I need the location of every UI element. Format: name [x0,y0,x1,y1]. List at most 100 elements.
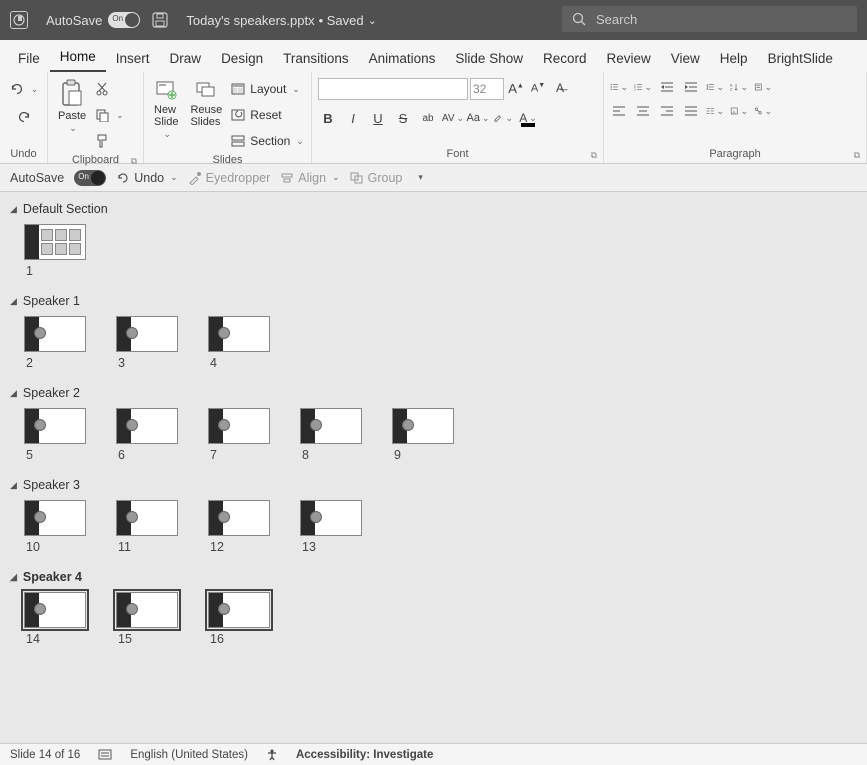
qat-align-button[interactable]: Align⌄ [280,171,339,185]
redo-button[interactable] [16,106,32,128]
font-name-input[interactable] [318,78,468,100]
section-header[interactable]: ◢Default Section [10,202,857,216]
tab-view[interactable]: View [661,45,710,72]
thumbnail-image[interactable] [116,316,178,352]
grow-font-button[interactable]: A▲ [506,78,526,98]
shrink-font-button[interactable]: A▼ [528,78,548,98]
title-dropdown-icon[interactable]: ⌄ [368,14,377,27]
collapse-icon[interactable]: ◢ [10,388,17,399]
section-button[interactable]: Section⌄ [230,130,304,152]
slide-thumbnail[interactable]: 2 [24,316,86,370]
slide-thumbnail[interactable]: 9 [392,408,454,462]
dialog-launcher-icon[interactable]: ⧉ [131,156,137,167]
cut-button[interactable] [94,78,124,100]
slide-thumbnail[interactable]: 6 [116,408,178,462]
chevron-down-icon[interactable]: ⌄ [116,110,124,121]
slide-thumbnail[interactable]: 14 [24,592,86,646]
section-header[interactable]: ◢Speaker 1 [10,294,857,308]
collapse-icon[interactable]: ◢ [10,204,17,215]
qat-eyedropper-button[interactable]: Eyedropper [188,171,271,185]
section-header[interactable]: ◢Speaker 4 [10,570,857,584]
autosave-toggle[interactable]: On [108,12,140,28]
language-indicator[interactable]: English (United States) [130,749,248,761]
undo-button[interactable]: ⌄ [9,78,39,100]
tab-animations[interactable]: Animations [359,45,446,72]
thumbnail-image[interactable] [208,408,270,444]
qat-autosave-toggle[interactable]: On [74,170,106,186]
convert-smartart-button[interactable]: ⌄ [754,102,772,120]
dialog-launcher-icon[interactable]: ⧉ [854,150,860,161]
sort-button[interactable]: AZ⌄ [730,78,748,96]
qat-overflow-button[interactable]: ▾ [418,172,423,183]
thumbnail-image[interactable] [300,500,362,536]
format-painter-button[interactable] [94,130,124,152]
thumbnail-image[interactable] [208,316,270,352]
align-text-button[interactable]: A⌄ [730,102,748,120]
chevron-down-icon[interactable]: ⌄ [163,130,171,140]
slide-thumbnail[interactable]: 12 [208,500,270,554]
reuse-slides-button[interactable]: Reuse Slides [186,76,226,130]
slide-thumbnail[interactable]: 15 [116,592,178,646]
decrease-indent-button[interactable] [658,78,676,96]
align-right-button[interactable] [658,102,676,120]
slide-thumbnail[interactable]: 10 [24,500,86,554]
copy-button[interactable]: ⌄ [94,104,124,126]
tab-design[interactable]: Design [211,45,273,72]
slide-thumbnail[interactable]: 4 [208,316,270,370]
tab-draw[interactable]: Draw [160,45,212,72]
tab-help[interactable]: Help [710,45,758,72]
chevron-down-icon[interactable]: ⌄ [296,136,304,147]
highlight-button[interactable]: ⌄ [493,108,513,128]
font-size-input[interactable] [470,78,504,100]
thumbnail-image[interactable] [116,408,178,444]
change-case-button[interactable]: Aa⌄ [468,108,488,128]
thumbnail-image[interactable] [392,408,454,444]
tab-home[interactable]: Home [50,43,106,72]
columns-button[interactable]: ⌄ [706,102,724,120]
layout-button[interactable]: Layout⌄ [230,78,304,100]
accessibility-status[interactable]: Accessibility: Investigate [296,749,433,761]
slide-sorter[interactable]: ◢Default Section 1 ◢Speaker 1 234 ◢Speaker 2… [0,192,867,738]
align-left-button[interactable] [610,102,628,120]
slide-thumbnail[interactable]: 5 [24,408,86,462]
thumbnail-image[interactable] [24,500,86,536]
slide-thumbnail[interactable]: 16 [208,592,270,646]
thumbnail-image[interactable] [24,224,86,260]
tab-brightslide[interactable]: BrightSlide [758,45,843,72]
slide-thumbnail[interactable]: 11 [116,500,178,554]
notes-icon[interactable] [98,749,112,761]
collapse-icon[interactable]: ◢ [10,480,17,491]
search-input[interactable] [596,12,847,27]
align-center-button[interactable] [634,102,652,120]
dialog-launcher-icon[interactable]: ⧉ [591,150,597,161]
new-slide-button[interactable]: New Slide⌄ [150,76,182,142]
tab-file[interactable]: File [8,45,50,72]
reset-button[interactable]: Reset [230,104,304,126]
chevron-down-icon[interactable]: ⌄ [292,84,300,95]
chevron-down-icon[interactable]: ⌄ [31,84,39,95]
strikethrough-button[interactable]: S [393,108,413,128]
underline-button[interactable]: U [368,108,388,128]
qat-undo-button[interactable]: Undo⌄ [116,171,177,185]
thumbnail-image[interactable] [208,592,270,628]
shadow-button[interactable]: ab [418,108,438,128]
thumbnail-image[interactable] [24,408,86,444]
chevron-down-icon[interactable]: ⌄ [69,124,77,134]
char-spacing-button[interactable]: AV⌄ [443,108,463,128]
section-header[interactable]: ◢Speaker 2 [10,386,857,400]
thumbnail-image[interactable] [116,500,178,536]
slide-thumbnail[interactable]: 8 [300,408,362,462]
collapse-icon[interactable]: ◢ [10,572,17,583]
numbering-button[interactable]: 123⌄ [634,78,652,96]
slide-thumbnail[interactable]: 1 [24,224,86,278]
chevron-down-icon[interactable]: ⌄ [170,172,178,183]
section-header[interactable]: ◢Speaker 3 [10,478,857,492]
text-direction-button[interactable]: ⌄ [754,78,772,96]
slide-thumbnail[interactable]: 3 [116,316,178,370]
thumbnail-image[interactable] [24,592,86,628]
bullets-button[interactable]: ⌄ [610,78,628,96]
tab-slide-show[interactable]: Slide Show [445,45,533,72]
tab-insert[interactable]: Insert [106,45,160,72]
thumbnail-image[interactable] [116,592,178,628]
clear-formatting-button[interactable]: A̶ [550,78,570,98]
